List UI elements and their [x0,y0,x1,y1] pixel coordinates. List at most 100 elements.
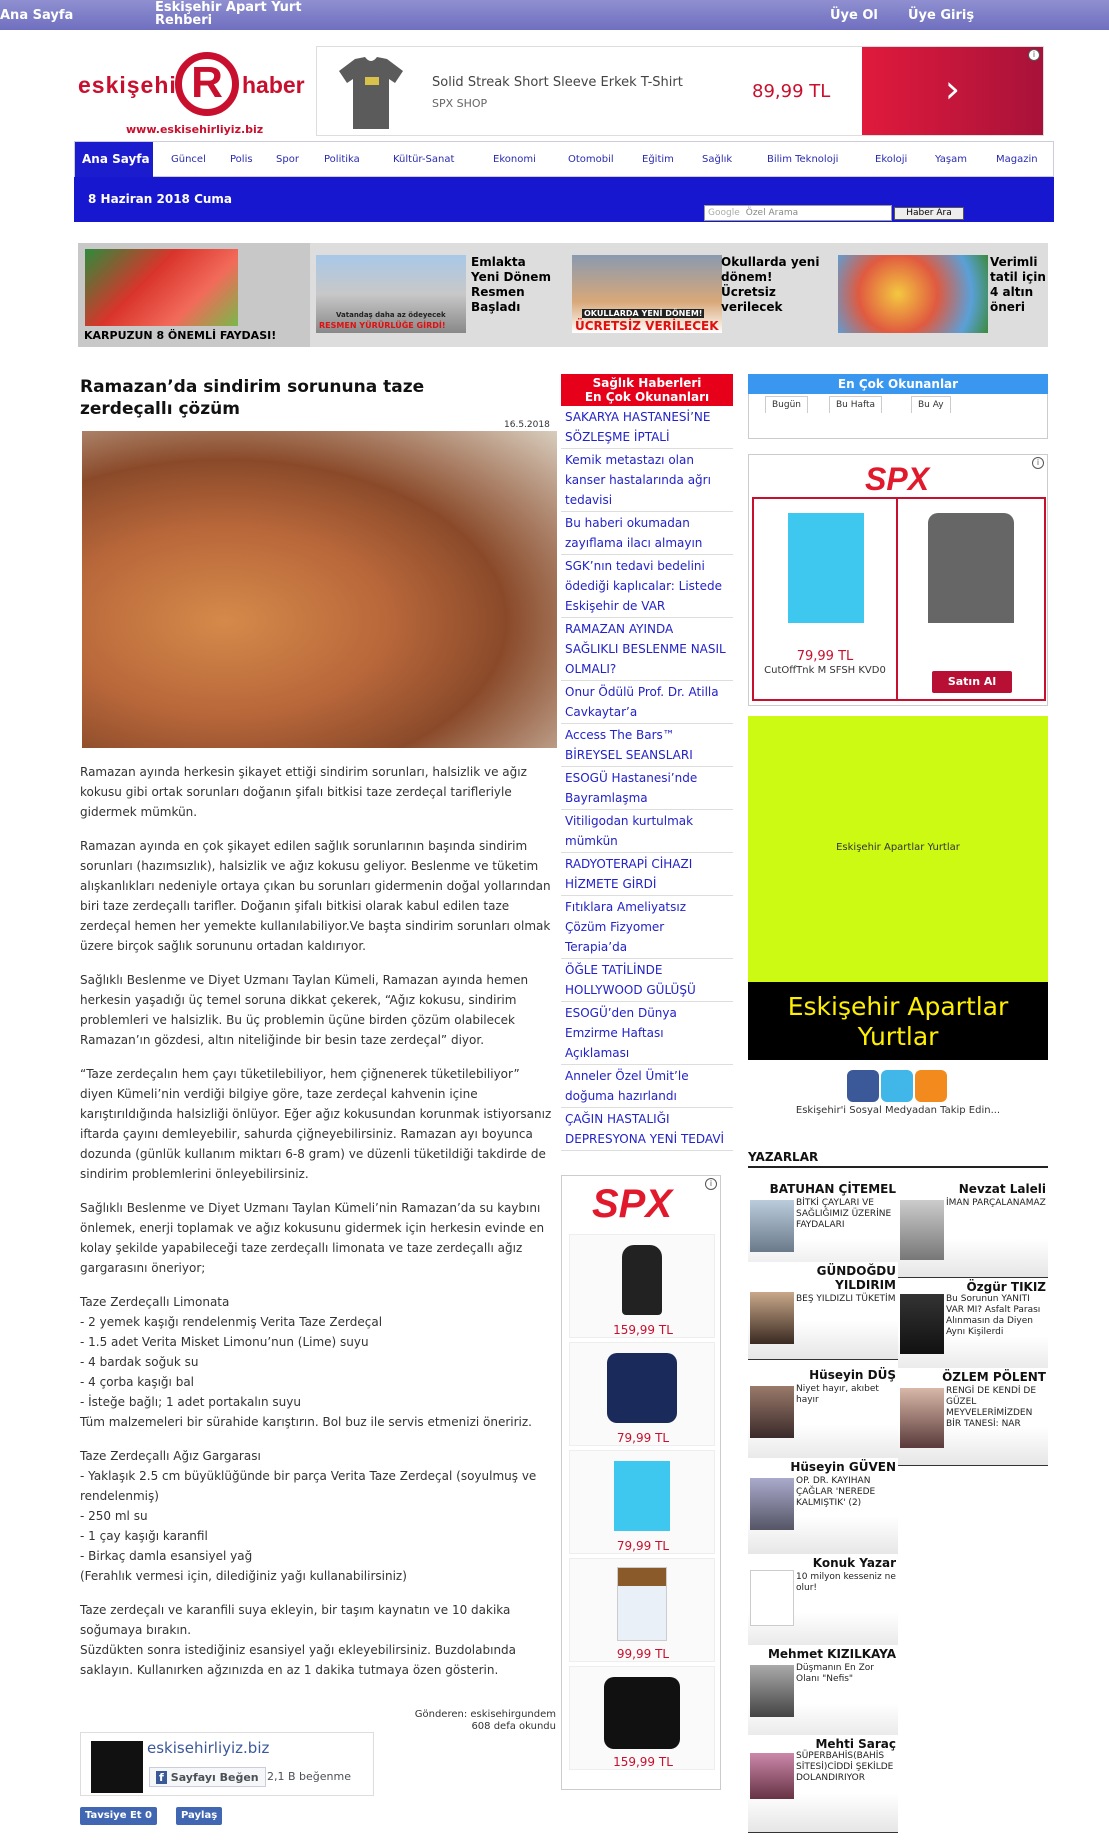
tshirt-image [339,57,403,129]
nav-item[interactable]: Spor [276,154,299,165]
slider-caption[interactable]: Verimli tatil için 4 altın öneri [990,255,1046,315]
main-nav: Ana Sayfa Güncel Polis Spor Politika Kül… [74,141,1054,177]
social-icons [847,1070,949,1106]
tab-month[interactable]: Bu Ay [911,396,951,413]
slider-thumb[interactable] [838,255,988,333]
buy-button[interactable]: Satın Al [932,671,1012,693]
slider-caption[interactable]: Okullarda yeni dönem! Ücretsiz verilecek [721,255,831,315]
share-button[interactable]: Paylaş [176,1807,223,1825]
register-link[interactable]: Üye Ol [830,8,878,23]
list-item[interactable]: Kemik metastazı olan kanser hastalarında… [561,449,733,512]
writer-card[interactable]: Hüseyin DÜŞ Niyet hayır, akıbet hayır [748,1366,898,1464]
list-item[interactable]: RADYOTERAPİ CİHAZI HİZMETE GİRDİ [561,853,733,896]
list-item[interactable]: Access The Bars™ BİREYSEL SEANSLARI [561,724,733,767]
home-link[interactable]: Ana Sayfa [0,8,73,23]
writer-photo [900,1200,944,1260]
facebook-icon[interactable] [847,1070,879,1102]
writer-photo [900,1294,944,1354]
list-item[interactable]: Vitiligodan kurtulmak mümkün [561,810,733,853]
writer-photo [750,1665,794,1717]
facebook-page-box: eskisehirliyiz.biz f Sayfayı Beğen 2,1 B … [80,1732,374,1796]
spx-vertical-ad[interactable]: SPX i 159,99 TL 79,99 TL 79,99 TL 99,99 … [561,1175,721,1790]
apartments-ad[interactable]: Eskişehir Apartlar Yurtlar Eskişehir Apa… [748,716,1048,1060]
article-paragraph: Ramazan ayında en çok şikayet edilen sağ… [80,839,551,953]
writer-card[interactable]: ÖZLEM PÖLENT RENGİ DE KENDİ DE GÜZEL MEY… [898,1368,1048,1466]
rss-icon[interactable] [915,1070,947,1102]
article-paragraph: Taze Zerdeçallı Limonata - 2 yemek kaşığ… [80,1295,532,1429]
chevron-right-icon[interactable]: › [862,47,1043,135]
slider-thumb[interactable]: Vatandaş daha az ödeyecek RESMEN YÜRÜRLÜ… [316,255,466,333]
facebook-like-button[interactable]: f Sayfayı Beğen [149,1767,266,1787]
nav-item[interactable]: Polis [230,154,253,165]
nav-item[interactable]: Kültür-Sanat [393,154,454,165]
list-item[interactable]: SAKARYA HASTANESİ’NE SÖZLEŞME İPTALİ [561,406,733,449]
list-item[interactable]: Onur Ödülü Prof. Dr. Atilla Cavkaytar’a [561,681,733,724]
search-input[interactable]: Google Özel Arama [704,205,892,221]
search-button[interactable]: Haber Ara [894,207,964,220]
google-logo: Google [708,208,740,218]
twitter-icon[interactable] [881,1070,913,1102]
article-paragraph: Sağlıklı Beslenme ve Diyet Uzmanı Taylan… [80,1201,545,1275]
tab-week[interactable]: Bu Hafta [829,396,883,413]
nav-item[interactable]: Ekonomi [493,154,536,165]
ad-product[interactable]: 79,99 TL CutOffTnk M SFSH KVD0 [752,497,898,701]
site-logo[interactable]: eskişehi R haber www.eskisehirliyiz.biz [78,50,308,140]
writers-header: YAZARLAR [748,1150,1048,1168]
list-item[interactable]: ESOGÜ’den Dünya Emzirme Haftası Açıklama… [561,1002,733,1065]
article-paragraph: Ramazan ayında herkesin şikayet ettiği s… [80,765,527,819]
ad-info-icon[interactable]: i [1032,457,1044,469]
ad-info-icon[interactable]: i [1028,49,1040,61]
nav-item[interactable]: Sağlık [702,154,732,165]
article-body: Ramazan ayında herkesin şikayet ettiği s… [80,762,556,1694]
slider-item-active[interactable]: KARPUZUN 8 ÖNEMLİ FAYDASI! [78,243,310,347]
nav-item[interactable]: Magazin [996,154,1038,165]
ad-product[interactable]: 159,99 TL [569,1666,715,1770]
ad-product[interactable]: 79,99 TL [569,1342,715,1446]
article-meta: Gönderen: eskisehirgundem 608 defa okund… [414,1709,556,1732]
list-item[interactable]: Bu haberi okumadan zayıflama ilacı almay… [561,512,733,555]
list-item[interactable]: ÖĞLE TATİLİNDE HOLLYWOOD GÜLÜŞÜ [561,959,733,1002]
watermelon-image [85,249,238,326]
nav-item[interactable]: Eğitim [642,154,674,165]
article-paragraph: Taze zerdeçalı ve karanfili suya ekleyin… [80,1603,517,1677]
nav-item[interactable]: Güncel [171,154,206,165]
nav-item[interactable]: Yaşam [935,154,967,165]
tab-today[interactable]: Bugün [765,396,808,413]
nav-home[interactable]: Ana Sayfa [75,142,153,177]
spx-square-ad[interactable]: SPX i 79,99 TL CutOffTnk M SFSH KVD0 Sat… [748,454,1048,706]
writer-card[interactable]: Nevzat Laleli İMAN PARÇALANAMAZ [898,1180,1048,1278]
top-ad-banner[interactable]: Solid Streak Short Sleeve Erkek T-Shirt … [316,46,1044,136]
slider-thumb[interactable]: OKULLARDA YENİ DÖNEM! ÜCRETSİZ VERİLECEK [572,255,722,333]
writer-card[interactable]: Konuk Yazar 10 milyon kesseniz ne olur! [748,1554,898,1652]
list-item[interactable]: Fıtıklara Ameliyatsız Çözüm Fizyomer Ter… [561,896,733,959]
list-item[interactable]: SGK’nın tedavi bedelini ödediği kaplıcal… [561,555,733,618]
list-item[interactable]: RAMAZAN AYINDA SAĞLIKLI BESLENME NASIL O… [561,618,733,681]
writer-card[interactable]: Mehmet KIZILKAYA Düşmanın En Zor Olanı "… [748,1645,898,1743]
writer-photo [750,1478,794,1530]
list-item[interactable]: ÇAĞIN HASTALIĞI DEPRESYONA YENİ TEDAVİ [561,1108,733,1151]
nav-item[interactable]: Ekoloji [875,154,907,165]
writer-card[interactable]: GÜNDOĞDU YILDIRIM BEŞ YILDIZLI TÜKETİM [748,1262,898,1360]
ad-product[interactable]: 159,99 TL [569,1234,715,1338]
writer-photo [750,1386,794,1438]
nav-item[interactable]: Politika [324,154,360,165]
guide-link[interactable]: Eskişehir Apart Yurt Rehberi [155,1,305,27]
list-item[interactable]: ESOGÜ Hastanesi’nde Bayramlaşma [561,767,733,810]
facebook-page-name[interactable]: eskisehirliyiz.biz [147,1739,269,1757]
list-item[interactable]: Anneler Özel Ümit’le doğuma hazırlandı [561,1065,733,1108]
writer-card[interactable]: Özgür TIKIZ Bu Sorunun YANITI VAR MI? As… [898,1278,1048,1376]
nav-item[interactable]: Otomobil [568,154,614,165]
ad-info-icon[interactable]: i [705,1178,717,1190]
most-read-header: En Çok Okunanlar [748,374,1048,394]
slider-caption[interactable]: Emlakta Yeni Dönem Resmen Başladı [471,255,557,315]
ad-product[interactable]: 79,99 TL [569,1450,715,1554]
login-link[interactable]: Üye Giriş [908,8,974,23]
writer-card[interactable]: Hüseyin GÜVEN OP. DR. KAYIHAN ÇAĞLAR 'NE… [748,1458,898,1556]
ad-product[interactable]: 99,99 TL [569,1558,715,1662]
nav-item[interactable]: Bilim Teknoloji [767,154,838,165]
recommend-button[interactable]: Tavsiye Et 0 [80,1807,158,1825]
ad-product[interactable]: Satın Al [898,497,1046,701]
date-search-band: 8 Haziran 2018 Cuma Google Özel Arama Hab… [74,177,1054,222]
writer-card[interactable]: Mehti Saraç SÜPERBAHİS(BAHİS SİTESİ)CİDD… [748,1735,898,1833]
page-avatar[interactable] [91,1741,143,1793]
